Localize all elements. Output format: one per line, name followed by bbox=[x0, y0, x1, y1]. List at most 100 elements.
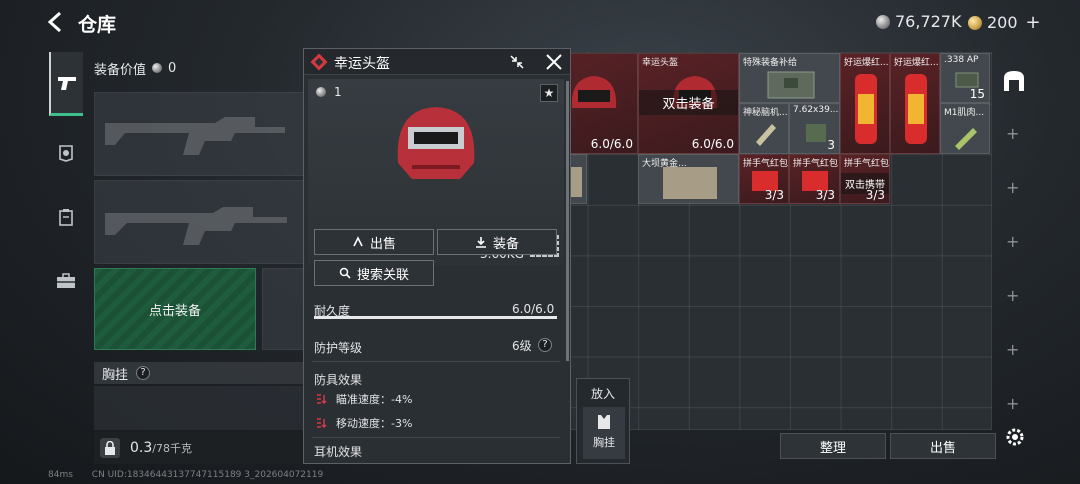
injector-icon bbox=[955, 128, 977, 150]
back-icon[interactable] bbox=[44, 10, 68, 34]
item-name: 神秘脑机... bbox=[743, 108, 788, 118]
primary-weapon-slot[interactable] bbox=[94, 92, 304, 176]
inventory-item[interactable]: 拼手气红包 双击携带 3/3 bbox=[840, 154, 890, 204]
silver-coin-icon bbox=[316, 87, 326, 97]
silver-amount: 76,727K bbox=[895, 12, 962, 31]
divider bbox=[312, 437, 560, 438]
item-count: 15 bbox=[969, 87, 985, 101]
inventory-item[interactable]: 特殊装备补给 bbox=[739, 53, 840, 103]
firecracker-icon bbox=[855, 74, 877, 144]
armor-effects-label: 防具效果 bbox=[314, 373, 363, 387]
effect-aim: 瞄准速度：-4% bbox=[316, 391, 412, 407]
pistol-slot[interactable] bbox=[262, 268, 304, 350]
organize-button[interactable]: 整理 bbox=[780, 433, 886, 459]
helmet-icon bbox=[571, 76, 617, 108]
debuff-icon bbox=[317, 418, 327, 428]
item-count: 3/3 bbox=[815, 188, 835, 202]
add-slot-icon[interactable]: + bbox=[1006, 124, 1019, 143]
inventory-item[interactable]: .338 AP 15 bbox=[940, 53, 990, 103]
vest-drop-slot[interactable]: 胸挂 bbox=[583, 407, 625, 459]
click-equip-slot[interactable]: 点击装备 bbox=[94, 268, 256, 350]
item-durability: 6.0/6.0 bbox=[691, 137, 734, 151]
firecracker-icon bbox=[905, 74, 927, 144]
download-icon bbox=[475, 237, 486, 248]
gold-amount: 200 bbox=[987, 13, 1018, 32]
add-slot-icon[interactable]: + bbox=[1006, 232, 1019, 251]
gear-icon[interactable] bbox=[1004, 426, 1026, 448]
ammo-box-icon bbox=[955, 72, 979, 88]
sell-all-button[interactable]: 出售 bbox=[890, 433, 996, 459]
inventory-grid[interactable]: 6.0/6.0 幸运头盔 双击装备 6.0/6.0 特殊装备补给 好运爆红...… bbox=[536, 52, 992, 430]
effect-move-text: 移动速度：-3% bbox=[336, 417, 413, 430]
case-icon[interactable] bbox=[1001, 68, 1027, 94]
shrink-icon[interactable] bbox=[508, 53, 526, 71]
add-slot-icon[interactable]: + bbox=[1006, 178, 1019, 197]
ping-value: 84ms bbox=[48, 470, 73, 480]
item-name: 特殊装备补给 bbox=[743, 58, 798, 68]
silver-coin-icon bbox=[152, 63, 163, 73]
footer-status: 84ms CN UID:18346443137747115189 3_20260… bbox=[48, 470, 323, 480]
inventory-item-lucky-helmet[interactable]: 幸运头盔 双击装备 6.0/6.0 bbox=[638, 53, 739, 154]
effect-move: 移动速度：-3% bbox=[316, 415, 412, 431]
equipment-value-amount: 0 bbox=[168, 60, 177, 76]
inventory-item[interactable]: 好运爆红... bbox=[890, 53, 940, 154]
star-icon[interactable]: ★ bbox=[540, 84, 558, 102]
item-rarity-icon bbox=[310, 53, 328, 71]
rifle-silhouette-icon bbox=[105, 207, 287, 245]
vest-slot[interactable] bbox=[94, 386, 304, 430]
item-name: 好运爆红... bbox=[894, 58, 939, 68]
popup-scrollbar[interactable] bbox=[566, 81, 569, 361]
organize-label: 整理 bbox=[819, 440, 846, 456]
vest-drop-label: 胸挂 bbox=[593, 436, 615, 449]
popup-header: 幸运头盔 bbox=[304, 49, 570, 75]
lock-icon[interactable] bbox=[100, 438, 120, 458]
armor-icon bbox=[59, 145, 73, 162]
item-name: 拼手气红包 bbox=[743, 159, 789, 169]
secondary-weapon-slot[interactable] bbox=[94, 180, 304, 264]
map-icon bbox=[663, 167, 717, 199]
inventory-item[interactable]: 神秘脑机... bbox=[739, 103, 789, 154]
uid-value: CN UID:18346443137747115189 3_2026040721… bbox=[91, 470, 324, 480]
close-icon[interactable] bbox=[544, 52, 564, 72]
tab-armor[interactable] bbox=[51, 138, 81, 168]
inventory-item[interactable]: 好运爆红... bbox=[840, 53, 890, 154]
item-name: M1肌肉... bbox=[944, 108, 985, 118]
item-name: .338 AP bbox=[944, 55, 979, 65]
tab-backpack[interactable] bbox=[51, 202, 81, 232]
sell-icon bbox=[353, 236, 363, 247]
equip-button[interactable]: 装备 bbox=[437, 229, 557, 255]
item-name: 好运爆红... bbox=[844, 58, 889, 68]
gold-currency[interactable]: 200 + bbox=[968, 12, 1041, 33]
tab-weapons[interactable] bbox=[49, 52, 83, 116]
vest-icon bbox=[598, 415, 610, 429]
supply-box-icon bbox=[767, 71, 815, 99]
add-slot-icon[interactable]: + bbox=[1006, 394, 1019, 413]
item-durability: 6.0/6.0 bbox=[590, 137, 633, 151]
item-count: 3 bbox=[827, 138, 835, 152]
put-in-panel[interactable]: 放入 胸挂 bbox=[576, 378, 630, 464]
divider bbox=[312, 361, 560, 362]
inventory-item[interactable]: 大坝黄金... bbox=[638, 154, 739, 204]
durability-fill bbox=[314, 316, 557, 319]
tab-case[interactable] bbox=[51, 266, 81, 296]
inventory-item[interactable]: 7.62x39... BP 3 bbox=[789, 103, 840, 154]
helmet-image bbox=[397, 107, 475, 179]
help-icon[interactable]: ? bbox=[136, 366, 151, 380]
item-quantity: 1 bbox=[316, 85, 342, 99]
double-click-equip-hint: 双击装备 bbox=[639, 90, 738, 115]
inventory-item[interactable]: 拼手气红包 3/3 bbox=[789, 154, 840, 204]
gold-coin-icon bbox=[968, 15, 982, 30]
sell-button[interactable]: 出售 bbox=[314, 229, 434, 255]
inventory-item[interactable]: 拼手气红包 3/3 bbox=[739, 154, 789, 204]
add-slot-icon[interactable]: + bbox=[1006, 286, 1019, 305]
help-icon[interactable]: ? bbox=[538, 338, 552, 352]
add-slot-icon[interactable]: + bbox=[1006, 340, 1019, 359]
add-currency-icon[interactable]: + bbox=[1026, 12, 1041, 33]
equip-label: 装备 bbox=[492, 236, 519, 252]
sell-all-label: 出售 bbox=[929, 440, 956, 456]
inventory-item[interactable]: M1肌肉... bbox=[940, 103, 990, 154]
silver-currency: 76,727K bbox=[876, 12, 961, 31]
search-related-button[interactable]: 搜索关联 bbox=[314, 260, 434, 286]
protection-label: 防护等级 bbox=[314, 341, 363, 355]
search-icon bbox=[339, 267, 351, 279]
